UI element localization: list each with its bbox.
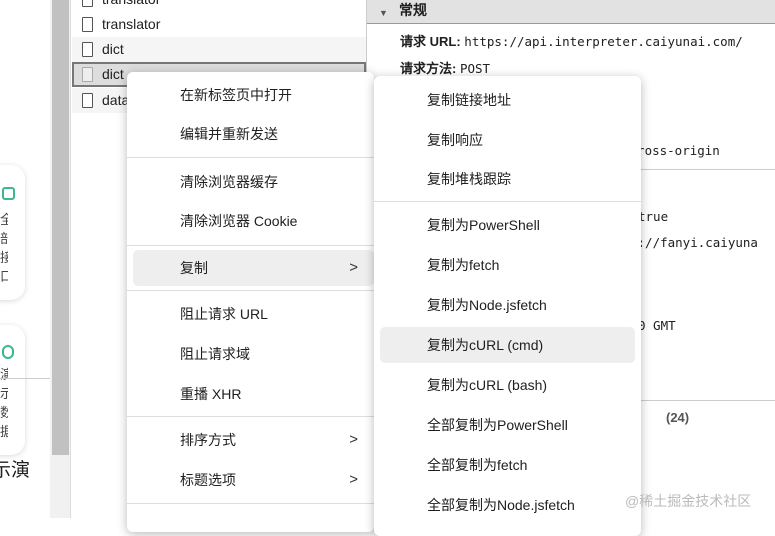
- image-file-icon: [82, 93, 93, 108]
- url-label: 请求 URL:: [400, 34, 461, 49]
- menu-item-label: 标题选项: [180, 472, 236, 488]
- menu-item-clear-cookies[interactable]: 清除浏览器 Cookie: [127, 203, 374, 239]
- all-apis-card[interactable]: 全部接口: [0, 165, 25, 300]
- method-value: POST: [459, 61, 491, 76]
- menu-item-header-options[interactable]: 标题选项 >: [127, 462, 374, 498]
- request-row[interactable]: translator: [72, 0, 366, 12]
- submenu-copy-nodejs-fetch[interactable]: 复制为Node.jsfetch: [374, 287, 641, 323]
- menu-item-block-url[interactable]: 阻止请求 URL: [127, 296, 374, 332]
- menu-item-edit-resend[interactable]: 编辑并重新发送: [127, 116, 374, 152]
- scrollbar[interactable]: [50, 0, 71, 518]
- request-row[interactable]: translator: [72, 12, 366, 37]
- chevron-right-icon: >: [349, 259, 358, 276]
- menu-item-label: 复制: [180, 260, 208, 276]
- header-value: 0 GMT: [638, 318, 676, 333]
- url-value: https://api.interpreter.caiyunai.com/: [464, 34, 743, 49]
- file-icon: [82, 42, 93, 57]
- demo-data-card[interactable]: 演示数据: [0, 325, 25, 455]
- request-name: dict: [102, 41, 124, 57]
- menu-item-copy[interactable]: 复制 >: [133, 250, 374, 286]
- submenu-copy-powershell[interactable]: 复制为PowerShell: [374, 207, 641, 243]
- link-icon: [2, 345, 14, 359]
- menu-item-replay-xhr[interactable]: 重播 XHR: [127, 376, 374, 412]
- request-name: data: [102, 92, 130, 108]
- menu-item-block-domain[interactable]: 阻止请求域: [127, 336, 374, 372]
- menu-item-sort-by[interactable]: 排序方式 >: [127, 422, 374, 458]
- submenu-copy-curl-cmd[interactable]: 复制为cURL (cmd): [380, 327, 635, 363]
- method-label: 请求方法:: [400, 61, 457, 76]
- request-name: dict: [102, 66, 124, 82]
- card-label: 演示数据: [0, 367, 8, 439]
- general-section-header[interactable]: ▼ 常规: [367, 0, 775, 24]
- submenu-copy-curl-bash[interactable]: 复制为cURL (bash): [374, 367, 641, 403]
- file-icon: [82, 17, 93, 32]
- submenu-copy-link[interactable]: 复制链接地址: [374, 82, 641, 118]
- submenu-copy-stack-trace[interactable]: 复制堆栈跟踪: [374, 161, 641, 197]
- submenu-copy-response[interactable]: 复制响应: [374, 122, 641, 158]
- copy-submenu: 复制链接地址 复制响应 复制堆栈跟踪 复制为PowerShell 复制为fetc…: [374, 76, 641, 536]
- request-row[interactable]: dict: [72, 37, 366, 62]
- submenu-copy-all-powershell[interactable]: 全部复制为PowerShell: [374, 407, 641, 443]
- request-name: translator: [102, 0, 160, 7]
- card-label: 全部接口: [0, 212, 8, 284]
- header-value: true: [638, 209, 669, 224]
- triangle-down-icon: ▼: [379, 8, 388, 18]
- app-icon: [2, 187, 15, 200]
- header-count: (24): [666, 410, 690, 425]
- context-menu: 在新标签页中打开 编辑并重新发送 清除浏览器缓存 清除浏览器 Cookie 复制…: [127, 72, 374, 532]
- page-text: 示演: [0, 460, 31, 481]
- submenu-copy-all-fetch[interactable]: 全部复制为fetch: [374, 447, 641, 483]
- menu-item-open-new-tab[interactable]: 在新标签页中打开: [127, 77, 374, 113]
- watermark: @稀土掘金技术社区: [625, 493, 752, 509]
- chevron-right-icon: >: [349, 471, 358, 488]
- header-value: s://fanyi.caiyuna: [630, 235, 758, 250]
- menu-item-label: 排序方式: [180, 432, 236, 448]
- file-icon: [82, 67, 93, 82]
- menu-item-clear-cache[interactable]: 清除浏览器缓存: [127, 164, 374, 200]
- file-icon: [82, 0, 93, 7]
- request-name: translator: [102, 16, 161, 32]
- chevron-right-icon: >: [349, 431, 358, 448]
- scrollbar-thumb[interactable]: [52, 0, 69, 455]
- submenu-copy-fetch[interactable]: 复制为fetch: [374, 247, 641, 283]
- section-title: 常规: [399, 2, 427, 18]
